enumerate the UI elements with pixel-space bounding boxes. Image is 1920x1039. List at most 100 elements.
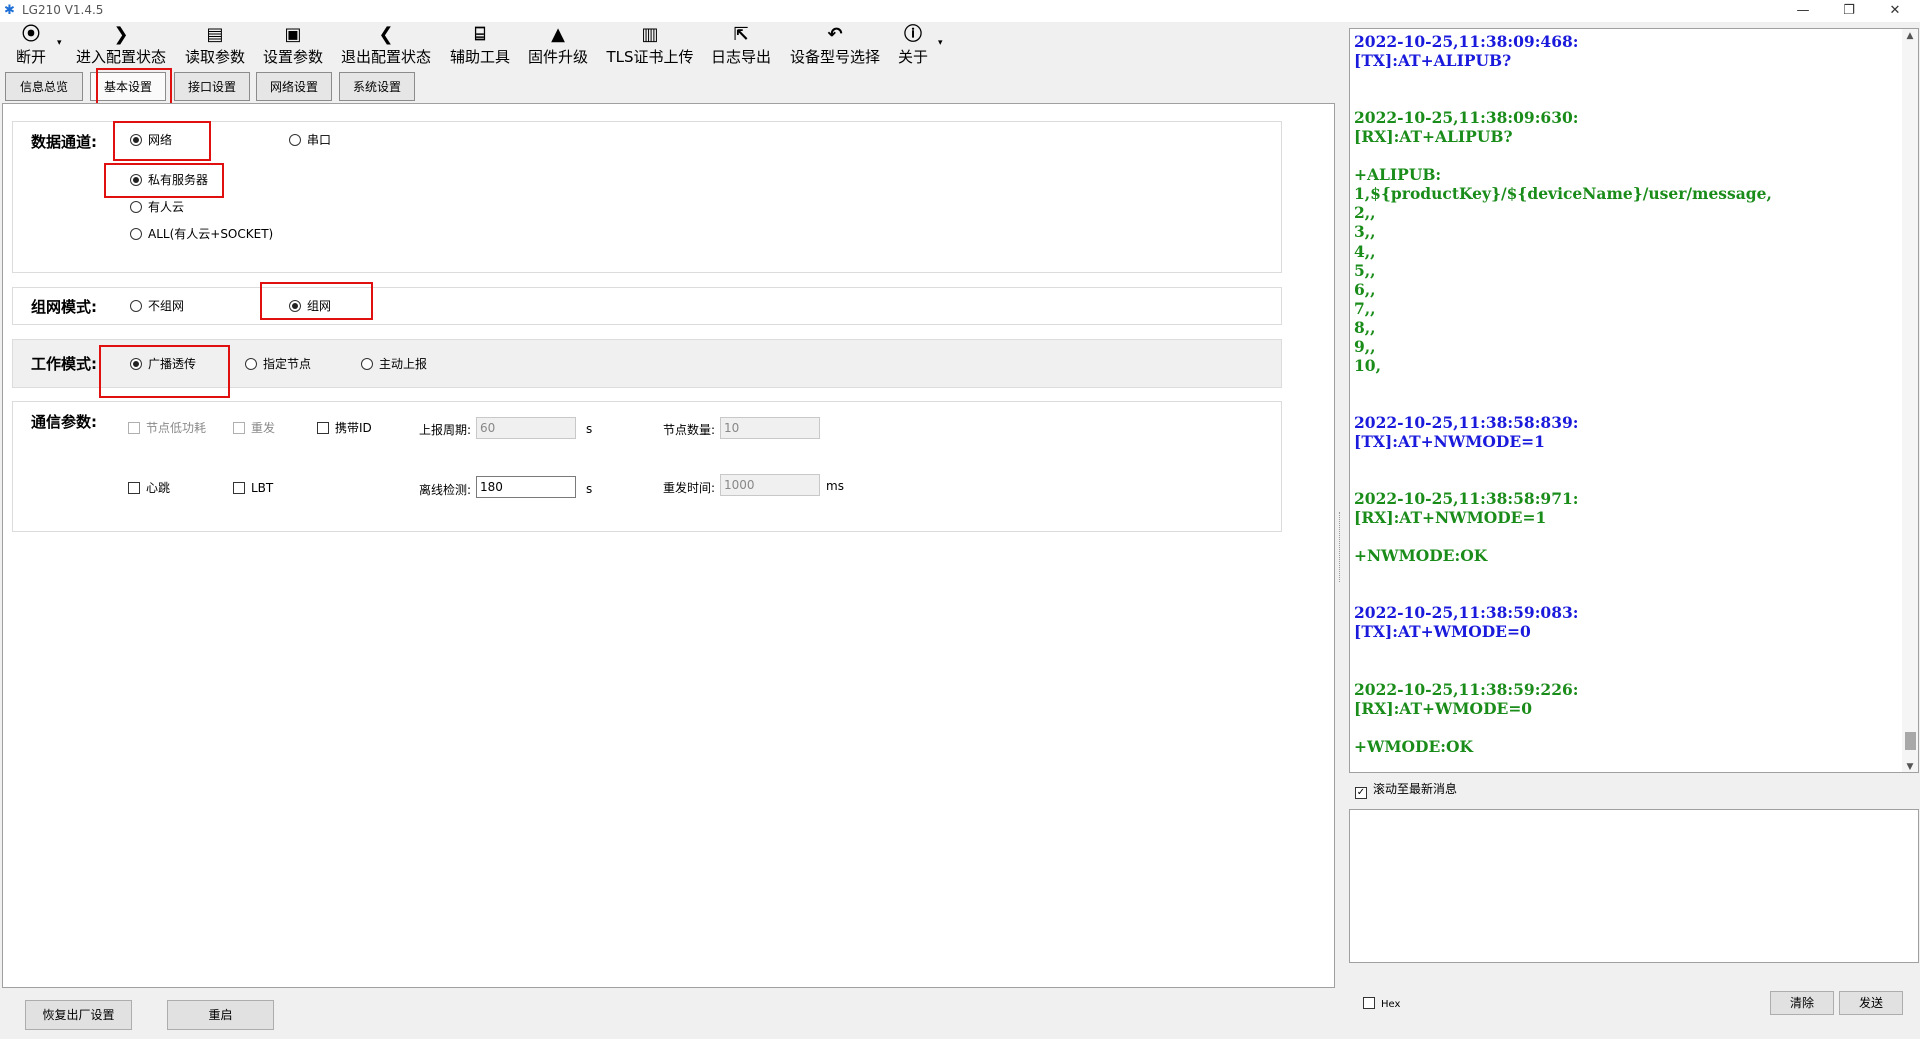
log-export-button[interactable]: ⇱ 日志导出 <box>707 22 775 70</box>
report-period-input[interactable]: 60 <box>476 417 576 439</box>
restore-button[interactable]: ❐ <box>1826 0 1872 22</box>
toolbar: ⦿ 断开 ▾ ❯ 进入配置状态 ▤ 读取参数 ▣ 设置参数 ❮ 退出配置状态 ⌸… <box>0 22 1335 70</box>
lbt-label: LBT <box>251 481 274 495</box>
tab-interface-settings[interactable]: 接口设置 <box>174 72 250 101</box>
checkbox-indicator <box>1363 997 1375 1009</box>
channel-serial-radio[interactable]: 串口 <box>289 133 331 147</box>
minimize-button[interactable]: — <box>1780 0 1826 22</box>
read-params-label: 读取参数 <box>184 48 245 66</box>
resend-label: 重发 <box>251 421 276 435</box>
server-private-label: 私有服务器 <box>148 173 209 187</box>
low-power-checkbox[interactable]: 节点低功耗 <box>128 421 206 435</box>
checkbox-indicator <box>233 482 245 494</box>
no-network-label: 不组网 <box>148 299 185 313</box>
set-params-button[interactable]: ▣ 设置参数 <box>259 22 327 70</box>
export-icon: ⇱ <box>733 24 749 45</box>
close-button[interactable]: ✕ <box>1872 0 1918 22</box>
basic-settings-panel: 数据通道: 网络 串口 私有服务器 有人云 ALL(有人云+SOCKET) 组网… <box>2 103 1335 988</box>
panel-splitter[interactable] <box>1335 22 1349 1022</box>
server-private-radio[interactable]: 私有服务器 <box>130 173 208 187</box>
disconnect-button[interactable]: ⦿ 断开 <box>10 22 52 70</box>
checkbox-indicator <box>233 422 245 434</box>
log-line: 1,${productKey}/${deviceName}/user/messa… <box>1354 184 1772 204</box>
disconnect-label: 断开 <box>15 48 46 66</box>
tab-network-settings[interactable]: 网络设置 <box>256 72 332 101</box>
disconnect-dropdown-icon[interactable]: ▾ <box>57 38 62 48</box>
log-line: +NWMODE:OK <box>1354 546 1488 566</box>
node-count-label: 节点数量: <box>663 423 716 437</box>
log-line: +WMODE:OK <box>1354 736 1474 756</box>
no-network-radio[interactable]: 不组网 <box>130 299 184 313</box>
tab-bar: 信息总览 基本设置 接口设置 网络设置 系统设置 <box>0 68 1335 109</box>
channel-network-radio[interactable]: 网络 <box>130 133 172 147</box>
scroll-to-latest-checkbox[interactable]: ✓ 滚动至最新消息 <box>1355 782 1457 799</box>
resend-checkbox[interactable]: 重发 <box>233 421 275 435</box>
log-line: +ALIPUB: <box>1354 165 1442 185</box>
splitter-grip-icon[interactable] <box>1339 512 1343 582</box>
read-params-button[interactable]: ▤ 读取参数 <box>181 22 249 70</box>
resend-time-input[interactable]: 1000 <box>720 474 820 496</box>
log-output[interactable]: 2022-10-25,11:38:09:468: [TX]:AT+ALIPUB? 2… <box>1349 28 1919 773</box>
device-model-label: 设备型号选择 <box>789 48 880 66</box>
read-file-icon: ▤ <box>206 24 224 45</box>
network-radio[interactable]: 组网 <box>289 299 331 313</box>
log-line: [TX]:AT+WMODE=0 <box>1354 622 1531 642</box>
hex-checkbox[interactable]: Hex <box>1363 997 1400 1012</box>
offline-detect-label: 离线检测: <box>419 483 472 497</box>
report-period-label: 上报周期: <box>419 423 472 437</box>
checkbox-indicator: ✓ <box>1355 787 1367 799</box>
lbt-checkbox[interactable]: LBT <box>233 481 273 495</box>
log-line: 2022-10-25,11:38:59:226: <box>1354 679 1579 699</box>
log-content: 2022-10-25,11:38:09:468: [TX]:AT+ALIPUB? 2… <box>1354 32 1894 756</box>
radio-indicator <box>130 134 142 146</box>
broadcast-radio[interactable]: 广播透传 <box>130 357 196 371</box>
tls-cert-upload-label: TLS证书上传 <box>606 48 694 66</box>
radio-indicator <box>289 300 301 312</box>
app-logo-icon: ✱ <box>4 3 15 18</box>
send-button[interactable]: 发送 <box>1839 991 1903 1015</box>
tls-cert-upload-button[interactable]: ▥ TLS证书上传 <box>602 22 698 70</box>
about-button[interactable]: ⓘ 关于 <box>894 22 932 70</box>
send-input[interactable] <box>1349 809 1919 963</box>
specific-node-radio[interactable]: 指定节点 <box>245 357 311 371</box>
offline-detect-input[interactable]: 180 <box>476 476 576 498</box>
log-line: 2,, <box>1354 203 1376 223</box>
carry-id-checkbox[interactable]: 携带ID <box>317 421 372 435</box>
log-line: [TX]:AT+NWMODE=1 <box>1354 431 1545 451</box>
factory-reset-button[interactable]: 恢复出厂设置 <box>25 1000 132 1030</box>
exit-config-button[interactable]: ❮ 退出配置状态 <box>336 22 436 70</box>
radio-indicator <box>245 358 257 370</box>
tab-basic-settings[interactable]: 基本设置 <box>90 72 166 101</box>
restart-button[interactable]: 重启 <box>167 1000 274 1030</box>
log-line: 2022-10-25,11:38:09:468: <box>1354 32 1579 51</box>
heartbeat-checkbox[interactable]: 心跳 <box>128 481 170 495</box>
save-icon: ▣ <box>284 24 302 45</box>
clear-button[interactable]: 清除 <box>1770 991 1834 1015</box>
scrollbar-thumb[interactable] <box>1905 732 1916 750</box>
aux-tools-button[interactable]: ⌸ 辅助工具 <box>446 22 514 70</box>
about-dropdown-icon[interactable]: ▾ <box>938 38 943 48</box>
log-line: 2022-10-25,11:38:58:839: <box>1354 412 1579 432</box>
server-usr-cloud-radio[interactable]: 有人云 <box>130 200 184 214</box>
server-all-label: ALL(有人云+SOCKET) <box>148 227 274 241</box>
tab-system-settings[interactable]: 系统设置 <box>339 72 415 101</box>
scroll-up-icon[interactable]: ▲ <box>1902 31 1918 41</box>
log-line: 4,, <box>1354 241 1376 261</box>
exit-config-label: 退出配置状态 <box>340 48 431 66</box>
scroll-down-icon[interactable]: ▼ <box>1902 762 1918 772</box>
device-model-button[interactable]: ↶ 设备型号选择 <box>785 22 885 70</box>
radio-indicator <box>130 358 142 370</box>
tab-overview[interactable]: 信息总览 <box>5 72 83 101</box>
firmware-upgrade-button[interactable]: ▲ 固件升级 <box>524 22 592 70</box>
enter-config-button[interactable]: ❯ 进入配置状态 <box>71 22 171 70</box>
node-count-input[interactable]: 10 <box>720 417 820 439</box>
log-scrollbar[interactable]: ▲ ▼ <box>1902 29 1918 772</box>
radio-indicator <box>130 300 142 312</box>
active-report-radio[interactable]: 主动上报 <box>361 357 427 371</box>
server-all-radio[interactable]: ALL(有人云+SOCKET) <box>130 227 273 241</box>
